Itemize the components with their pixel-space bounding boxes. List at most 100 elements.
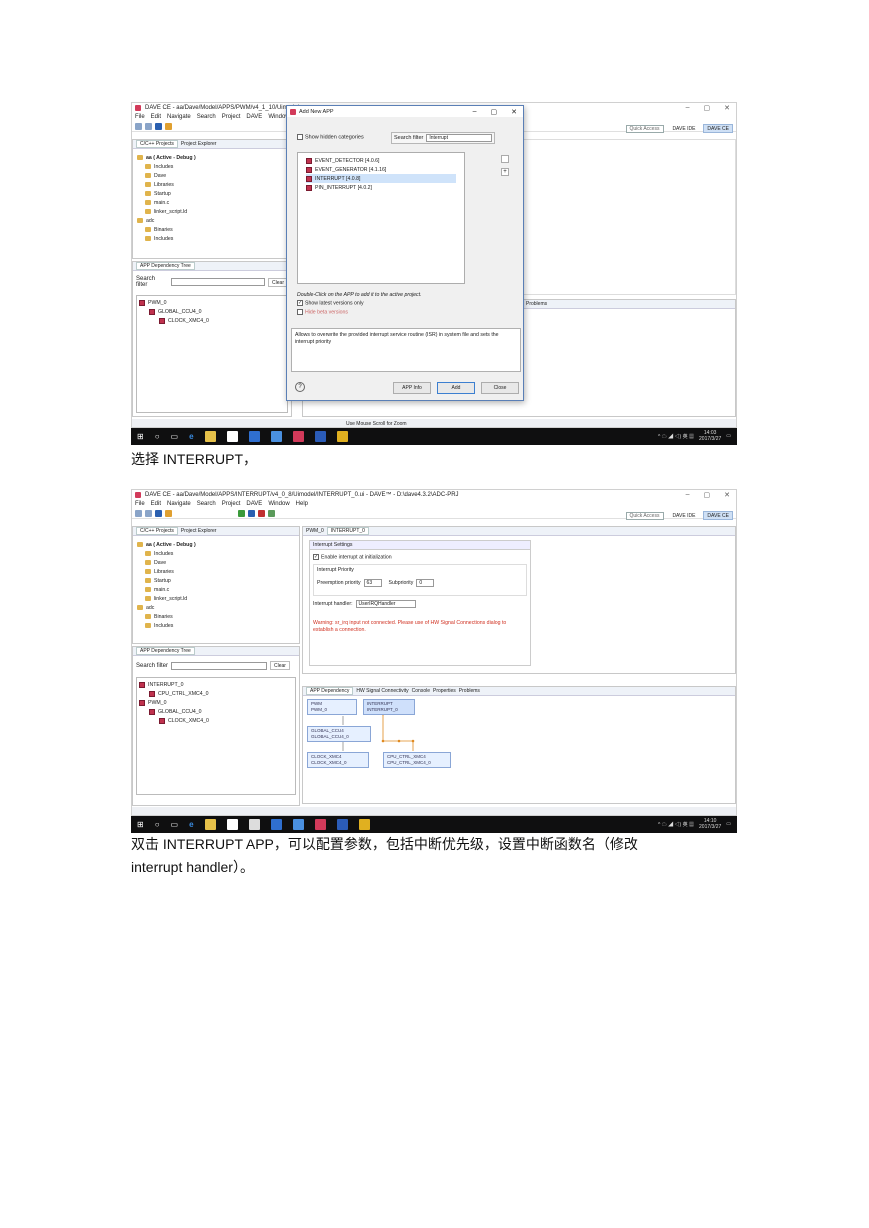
run-icon[interactable] [165, 509, 172, 517]
tree-item[interactable]: Binaries [137, 225, 291, 234]
tree-item[interactable]: Dave [137, 558, 299, 567]
menu-dave[interactable]: DAVE [246, 114, 262, 120]
stop-icon[interactable] [258, 509, 265, 517]
tab-app-dependency-tree[interactable]: APP Dependency Tree [136, 647, 195, 655]
show-latest-row[interactable]: ✓ Show latest versions only [297, 300, 364, 306]
store-icon[interactable] [226, 431, 238, 442]
maximize-icon[interactable]: ▢ [704, 104, 711, 112]
dep-node[interactable]: CPU_CTRL_XMC4_0 [139, 689, 293, 698]
tree-item[interactable]: adc [137, 216, 291, 225]
menu-file[interactable]: File [135, 114, 145, 120]
tab-pwm[interactable]: PWM_0 [306, 528, 324, 534]
dialog-search-input[interactable]: Interrupt [426, 134, 493, 142]
close-button[interactable]: Close [481, 382, 519, 394]
help-icon[interactable]: ? [295, 382, 305, 392]
tree-item[interactable]: Startup [137, 576, 299, 585]
build-icon[interactable] [238, 509, 245, 517]
tree-item[interactable]: Dave [137, 171, 291, 180]
maximize-icon[interactable]: ▢ [704, 491, 711, 499]
menu-search[interactable]: Search [197, 114, 216, 120]
app-icon[interactable] [358, 819, 370, 830]
tree-item[interactable]: Startup [137, 189, 291, 198]
tree-item[interactable]: adc [137, 603, 299, 612]
tree-item[interactable]: aa ( Active - Debug ) [137, 540, 299, 549]
close-icon[interactable]: ✕ [724, 491, 730, 499]
expand-all-icon[interactable]: + [501, 168, 509, 176]
subpriority-input[interactable]: 0 [416, 579, 435, 588]
tab-cpp-projects[interactable]: C/C++ Projects [136, 140, 178, 148]
dep-node-global-ccu4[interactable]: GLOBAL_CCU4_0 [139, 307, 285, 316]
tool-icon[interactable] [155, 122, 162, 130]
menu-file[interactable]: File [135, 501, 145, 507]
tree-item[interactable]: Includes [137, 234, 291, 243]
hide-beta-checkbox[interactable] [297, 309, 303, 315]
search-filter-input[interactable] [171, 661, 268, 670]
maximize-icon[interactable]: ▢ [491, 108, 498, 116]
menu-window[interactable]: Window [268, 501, 289, 507]
tree-item[interactable]: Libraries [137, 180, 291, 189]
enable-row[interactable]: ✓ Enable interrupt at initialization [310, 550, 530, 564]
tree-item[interactable]: Includes [137, 621, 299, 630]
menu-project[interactable]: Project [222, 114, 241, 120]
new-icon[interactable] [135, 509, 142, 517]
close-icon[interactable]: ✕ [511, 108, 517, 116]
graph-node-clock[interactable]: CLOCK_XMC4 CLOCK_XMC4_0 [307, 752, 369, 768]
word-icon[interactable] [336, 819, 348, 830]
app-icon[interactable] [248, 431, 260, 442]
collapse-all-icon[interactable] [501, 155, 509, 163]
dave-app-icon[interactable] [292, 431, 304, 442]
menu-navigate[interactable]: Navigate [167, 501, 191, 507]
close-icon[interactable]: ✕ [724, 104, 730, 112]
app-add-icon[interactable] [268, 509, 275, 517]
clear-button[interactable]: Clear [270, 661, 290, 670]
app-icon[interactable] [270, 431, 282, 442]
quick-access-input[interactable]: Quick Access [626, 124, 665, 133]
app-icon[interactable] [270, 819, 282, 830]
app-list-item[interactable]: PIN_INTERRUPT [4.0.2] [306, 183, 456, 192]
preemption-input[interactable]: 63 [363, 579, 382, 588]
notification-icon[interactable]: ▭ [726, 821, 731, 827]
perspective-dave-ide[interactable]: DAVE IDE [668, 511, 699, 520]
show-hidden-row[interactable]: Show hidden categories [297, 134, 364, 140]
graph-node-global-ccu4[interactable]: GLOBAL_CCU4 GLOBAL_CCU4_0 [307, 726, 371, 742]
dep-node[interactable]: CLOCK_XMC4_0 [139, 716, 293, 725]
dep-node[interactable]: PWM_0 [139, 698, 293, 707]
tab-problems[interactable]: Problems [459, 688, 480, 694]
tree-item[interactable]: Includes [137, 549, 299, 558]
tree-item[interactable]: Binaries [137, 612, 299, 621]
tree-item[interactable]: linker_script.ld [137, 594, 299, 603]
windows-start-icon[interactable]: ⊞ [137, 820, 144, 829]
minimize-icon[interactable]: – [686, 491, 690, 499]
tree-item[interactable]: aa ( Active - Debug ) [137, 153, 291, 162]
minimize-icon[interactable]: – [686, 104, 690, 112]
app-list-item[interactable]: EVENT_GENERATOR [4.1.16] [306, 165, 456, 174]
app-list-item[interactable]: INTERRUPT [4.0.8] [306, 174, 456, 183]
tree-item[interactable]: Libraries [137, 567, 299, 576]
tab-console[interactable]: Console [412, 688, 430, 694]
tab-interrupt[interactable]: INTERRUPT_0 [326, 527, 369, 535]
task-view-icon[interactable]: ▭ [171, 820, 179, 829]
menu-dave[interactable]: DAVE [246, 501, 262, 507]
tray-icons[interactable]: ^ ☁ ◢ ◁) 英 ▦ [658, 821, 694, 828]
edge-icon[interactable]: e [189, 820, 193, 829]
menu-navigate[interactable]: Navigate [167, 114, 191, 120]
tab-properties[interactable]: Properties [433, 688, 456, 694]
tool-icon[interactable] [155, 509, 162, 517]
notification-icon[interactable]: ▭ [726, 433, 731, 439]
dep-node[interactable]: INTERRUPT_0 [139, 680, 293, 689]
store-icon[interactable] [226, 819, 238, 830]
search-icon[interactable]: ○ [155, 820, 160, 829]
perspective-dave-ce[interactable]: DAVE CE [703, 124, 733, 133]
show-hidden-checkbox[interactable] [297, 134, 303, 140]
edge-icon[interactable]: e [189, 432, 193, 441]
app-list-item[interactable]: EVENT_DETECTOR [4.0.6] [306, 156, 456, 165]
word-icon[interactable] [314, 431, 326, 442]
new-icon[interactable] [135, 122, 142, 130]
dep-node-pwm[interactable]: PWM_0 [139, 298, 285, 307]
app-info-button[interactable]: APP Info [393, 382, 431, 394]
menu-edit[interactable]: Edit [151, 114, 161, 120]
search-filter-input[interactable] [170, 278, 266, 286]
add-button[interactable]: Add [437, 382, 475, 394]
graph-node-pwm[interactable]: PWM PWM_0 [307, 699, 357, 715]
menu-project[interactable]: Project [222, 501, 241, 507]
